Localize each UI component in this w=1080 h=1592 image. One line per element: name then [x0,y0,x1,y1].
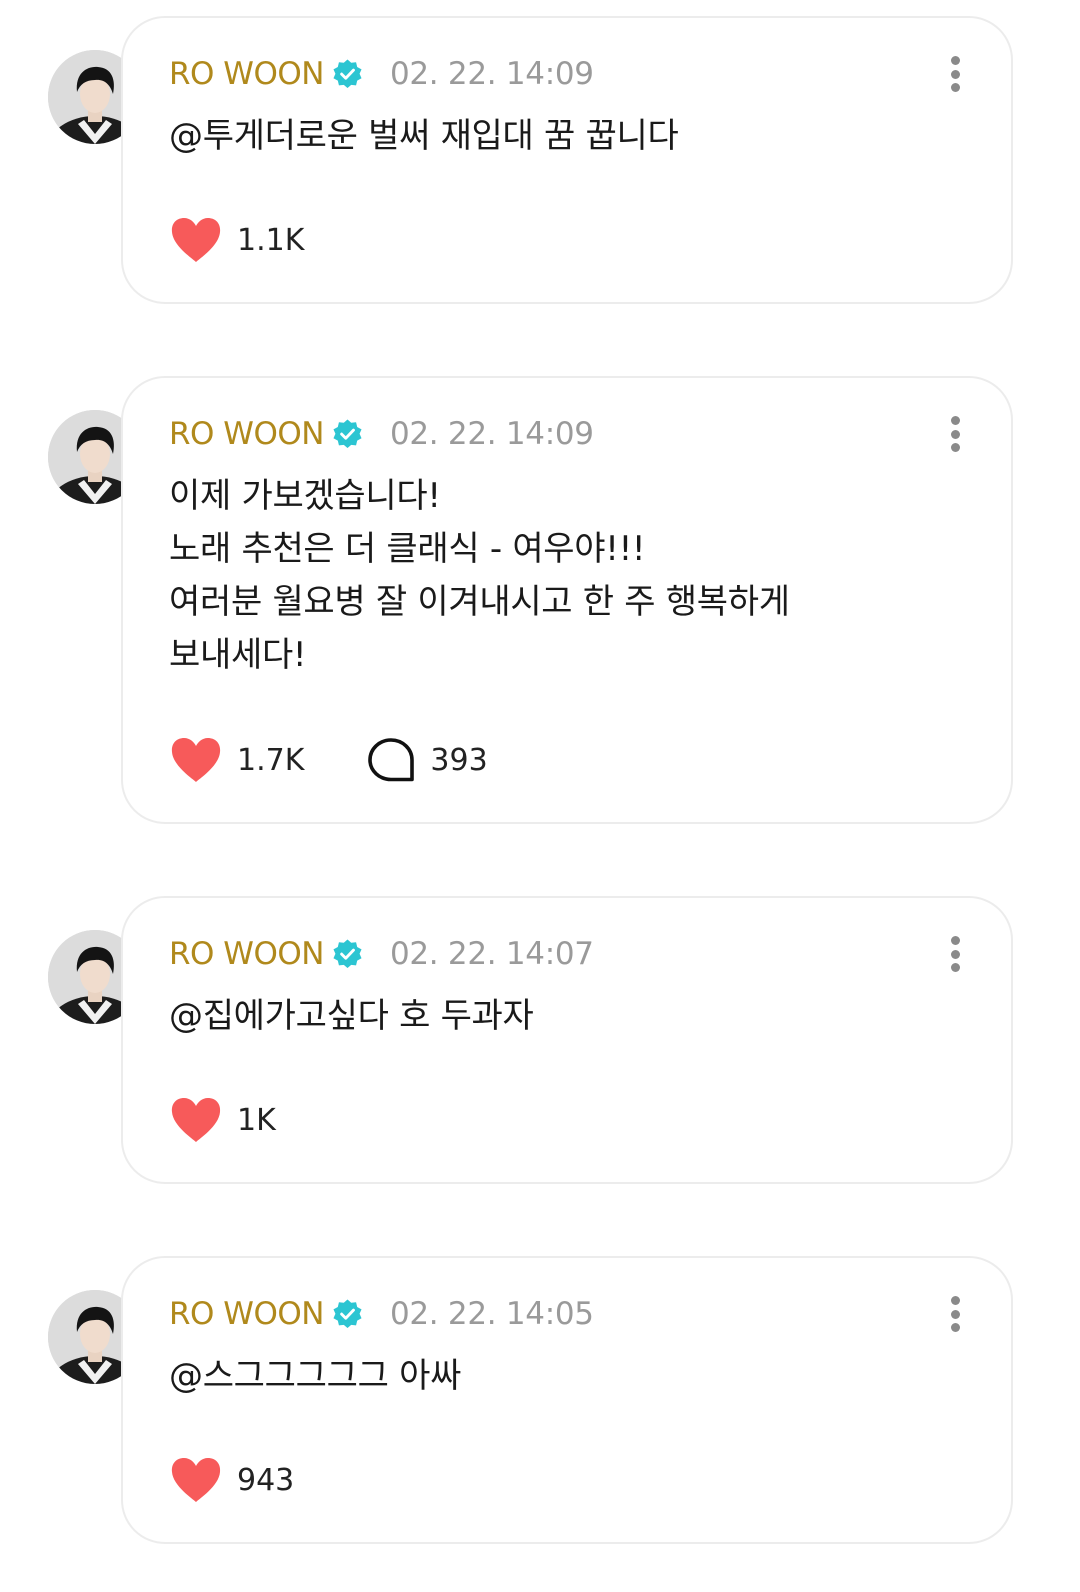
heart-icon [169,1456,223,1504]
comment-count: 393 [430,742,488,778]
post-header: RO WOON 02. 22. 14:05 [169,1292,594,1336]
post-card: RO WOON 02. 22. 14:05 @스그그그그그 아싸 943 [121,1256,1013,1544]
more-dot [950,83,960,92]
like-button[interactable]: 1.7K [169,736,304,784]
post-actions: 1.1K [169,214,304,266]
more-dot [950,56,960,65]
heart-icon [169,1096,223,1144]
post-text: @투게더로운 벌써 재입대 꿈 꿉니다 [169,116,679,156]
more-dot [950,443,960,452]
verified-badge-icon [331,418,364,451]
author-name[interactable]: RO WOON [169,1296,324,1332]
post-item: RO WOON 02. 22. 14:05 @스그그그그그 아싸 943 [0,1256,1080,1544]
more-dot [950,963,960,972]
verified-badge-icon [331,58,364,91]
more-dot [950,416,960,425]
author-name[interactable]: RO WOON [169,936,324,972]
heart-icon [169,216,223,264]
post-text: @집에가고싶다 호 두과자 [169,996,534,1036]
comment-button[interactable]: 393 [366,736,488,784]
more-vertical-icon[interactable] [943,52,967,96]
verified-badge-icon [331,938,364,971]
like-button[interactable]: 1K [169,1096,276,1144]
more-dot [950,1309,960,1319]
more-vertical-icon[interactable] [943,1292,967,1336]
author-name[interactable]: RO WOON [169,56,324,92]
more-vertical-icon[interactable] [943,412,967,456]
more-dot [950,936,960,945]
verified-badge-icon [331,1298,364,1331]
post-actions: 943 [169,1454,294,1506]
post-item: RO WOON 02. 22. 14:09 @투게더로운 벌써 재입대 꿈 꿉니… [0,16,1080,304]
post-item: RO WOON 02. 22. 14:09 이제 가보겠습니다! 노래 추천은 … [0,376,1080,824]
more-dot [950,69,960,79]
post-text: @스그그그그그 아싸 [169,1356,462,1396]
post-actions: 1.7K 393 [169,734,488,786]
post-actions: 1K [169,1094,276,1146]
post-timestamp: 02. 22. 14:07 [389,936,594,972]
post-timestamp: 02. 22. 14:05 [389,1296,594,1332]
like-button[interactable]: 1.1K [169,216,304,264]
heart-icon [169,736,223,784]
more-vertical-icon[interactable] [943,932,967,976]
post-timestamp: 02. 22. 14:09 [389,56,594,92]
more-dot [950,1323,960,1332]
more-dot [950,429,960,439]
comment-bubble-icon [366,736,416,784]
like-count: 1.1K [237,222,305,258]
post-card: RO WOON 02. 22. 14:09 @투게더로운 벌써 재입대 꿈 꿉니… [121,16,1013,304]
post-header: RO WOON 02. 22. 14:07 [169,932,594,976]
post-header: RO WOON 02. 22. 14:09 [169,412,594,456]
post-item: RO WOON 02. 22. 14:07 @집에가고싶다 호 두과자 1K [0,896,1080,1184]
like-count: 943 [237,1462,295,1498]
post-text: 이제 가보겠습니다! 노래 추천은 더 클래식 - 여우야!!! 여러분 월요병… [169,476,790,675]
post-card: RO WOON 02. 22. 14:07 @집에가고싶다 호 두과자 1K [121,896,1013,1184]
post-card: RO WOON 02. 22. 14:09 이제 가보겠습니다! 노래 추천은 … [121,376,1013,824]
more-dot [950,1296,960,1305]
like-count: 1K [237,1102,276,1138]
like-count: 1.7K [237,742,305,778]
like-button[interactable]: 943 [169,1456,294,1504]
post-timestamp: 02. 22. 14:09 [389,416,594,452]
post-header: RO WOON 02. 22. 14:09 [169,52,594,96]
author-name[interactable]: RO WOON [169,416,324,452]
more-dot [950,949,960,959]
